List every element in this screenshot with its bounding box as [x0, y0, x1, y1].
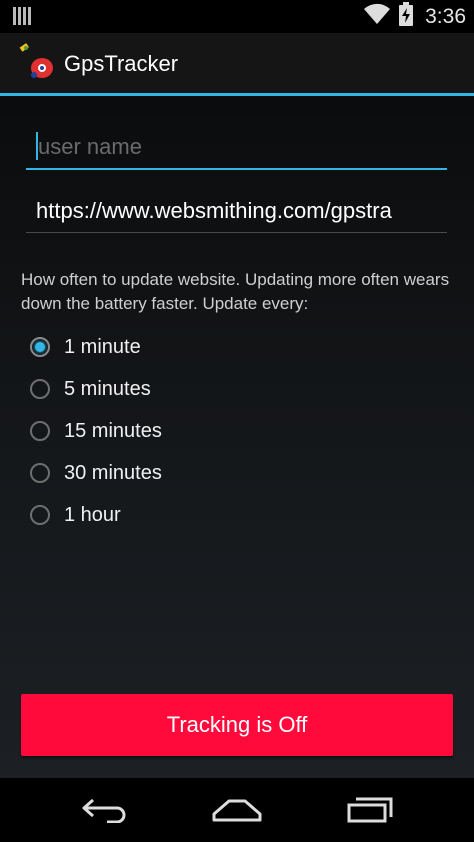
- radio-button[interactable]: [30, 463, 50, 483]
- navigation-bar: [0, 778, 474, 842]
- back-icon[interactable]: [75, 790, 135, 830]
- radio-button[interactable]: [30, 505, 50, 525]
- radio-1-minute[interactable]: 1 minute: [30, 327, 141, 367]
- main-content: user name https://www.websmithing.com/gp…: [0, 96, 474, 778]
- radio-1-hour[interactable]: 1 hour: [30, 495, 121, 535]
- website-url-value: https://www.websmithing.com/gpstra: [36, 198, 392, 223]
- radio-15-minutes[interactable]: 15 minutes: [30, 411, 162, 451]
- radio-button[interactable]: [30, 421, 50, 441]
- home-icon[interactable]: [207, 790, 267, 830]
- app-title: GpsTracker: [64, 51, 179, 76]
- username-field[interactable]: user name: [26, 128, 447, 170]
- clock: 3:36: [425, 4, 466, 28]
- radio-label: 15 minutes: [64, 419, 162, 442]
- radio-button-checked[interactable]: [30, 337, 50, 357]
- radio-30-minutes[interactable]: 30 minutes: [30, 453, 162, 493]
- radio-label: 1 minute: [64, 335, 141, 358]
- battery-charging-icon: [399, 2, 414, 31]
- radio-label: 5 minutes: [64, 377, 151, 400]
- website-url-field[interactable]: https://www.websmithing.com/gpstra: [26, 192, 447, 233]
- radio-label: 30 minutes: [64, 461, 162, 484]
- radio-button[interactable]: [30, 379, 50, 399]
- app-logo-icon: [16, 41, 56, 81]
- wifi-icon: [363, 3, 391, 30]
- status-bar: 3:36: [0, 0, 474, 33]
- radio-5-minutes[interactable]: 5 minutes: [30, 369, 151, 409]
- update-frequency-help: How often to update website. Updating mo…: [21, 270, 450, 313]
- action-bar: GpsTracker: [0, 33, 474, 96]
- radio-label: 1 hour: [64, 503, 121, 526]
- tracking-toggle-button[interactable]: Tracking is Off: [21, 694, 453, 756]
- username-placeholder: user name: [38, 134, 142, 159]
- recent-apps-icon[interactable]: [340, 790, 400, 830]
- notification-bars-icon: [12, 6, 32, 31]
